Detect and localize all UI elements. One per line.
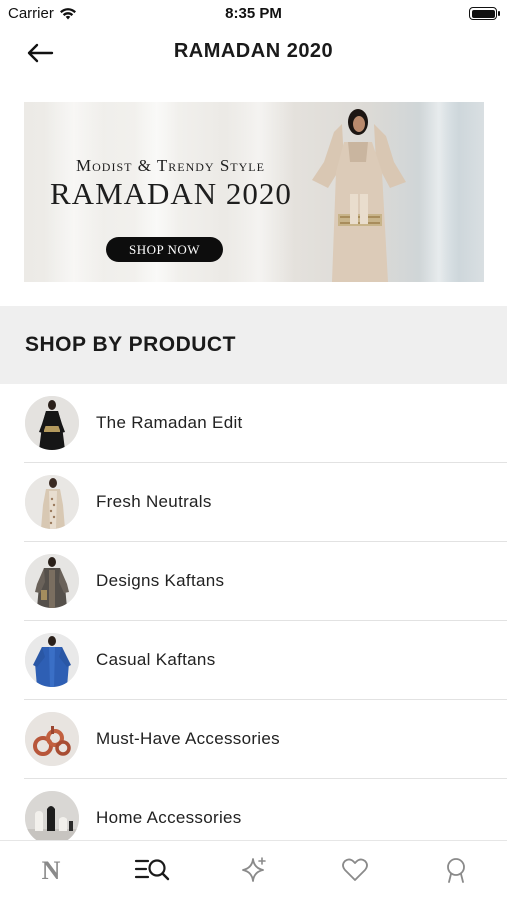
battery-icon xyxy=(469,7,500,20)
list-item-ramadan-edit[interactable]: The Ramadan Edit xyxy=(0,384,507,463)
list-item-casual-kaftans[interactable]: Casual Kaftans xyxy=(0,621,507,700)
section-title: SHOP BY PRODUCT xyxy=(25,333,236,356)
profile-icon xyxy=(447,858,466,883)
list-item-fresh-neutrals[interactable]: Fresh Neutrals xyxy=(0,463,507,542)
tab-bar: N xyxy=(0,840,507,900)
model-image xyxy=(312,109,406,282)
category-thumbnail xyxy=(25,791,79,840)
banner-subtitle: Modist & Trendy Style xyxy=(76,156,265,175)
list-item-label: Designs Kaftans xyxy=(96,571,225,590)
tab-discover[interactable] xyxy=(203,841,304,899)
list-item-label: Home Accessories xyxy=(96,808,242,827)
category-thumbnail xyxy=(25,554,79,608)
promo-banner[interactable]: Modist & Trendy Style RAMADAN 2020 SHOP … xyxy=(24,102,484,282)
tab-profile[interactable] xyxy=(406,841,507,899)
brand-logo-icon: N xyxy=(41,857,60,883)
list-item-home-accessories[interactable]: Home Accessories xyxy=(0,779,507,840)
list-item-must-have-accessories[interactable]: Must-Have Accessories xyxy=(0,700,507,779)
clock: 8:35 PM xyxy=(225,5,282,22)
product-category-list[interactable]: The Ramadan Edit Fresh Neutrals Designs … xyxy=(0,384,507,840)
tab-home[interactable]: N xyxy=(0,841,101,899)
tab-wishlist[interactable] xyxy=(304,841,405,899)
shop-now-button[interactable]: SHOP NOW xyxy=(106,237,223,262)
list-item-label: The Ramadan Edit xyxy=(96,413,243,432)
category-thumbnail xyxy=(25,633,79,687)
category-thumbnail xyxy=(25,475,79,529)
list-item-label: Casual Kaftans xyxy=(96,650,216,669)
status-bar: Carrier 8:35 PM xyxy=(0,0,507,28)
browse-search-icon xyxy=(135,859,170,881)
heart-icon xyxy=(342,858,368,881)
page-title: RAMADAN 2020 xyxy=(173,40,334,62)
section-header: SHOP BY PRODUCT xyxy=(0,306,507,384)
list-item-designs-kaftans[interactable]: Designs Kaftans xyxy=(0,542,507,621)
sparkle-icon xyxy=(241,857,266,882)
brand-logo-letter: N xyxy=(41,857,60,883)
category-thumbnail xyxy=(25,712,79,766)
banner-title: RAMADAN 2020 xyxy=(50,176,292,211)
list-item-label: Must-Have Accessories xyxy=(96,729,280,748)
tab-browse[interactable] xyxy=(101,841,202,899)
category-thumbnail xyxy=(25,396,79,450)
nav-bar: RAMADAN 2020 xyxy=(0,28,507,78)
list-item-label: Fresh Neutrals xyxy=(96,492,212,511)
